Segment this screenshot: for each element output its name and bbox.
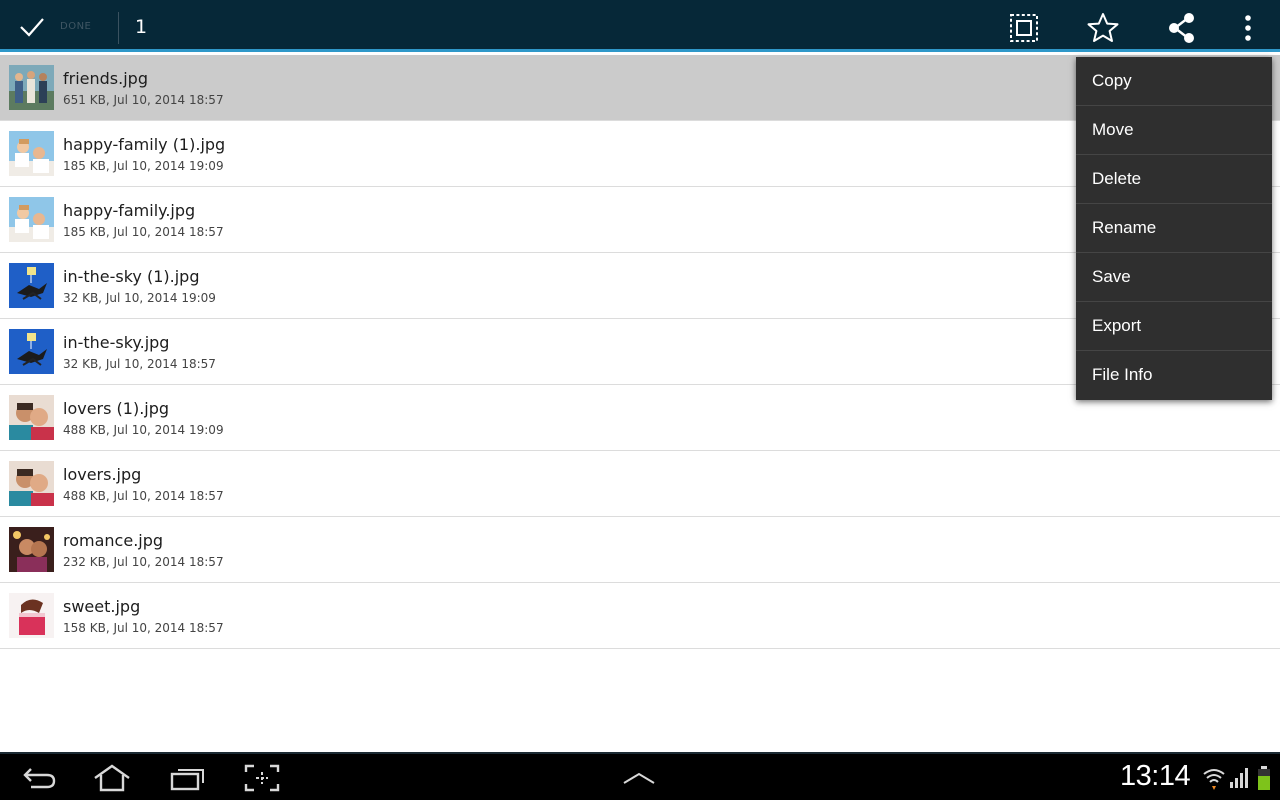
recent-apps-icon[interactable] <box>160 760 216 796</box>
file-meta: 488 KB, Jul 10, 2014 18:57 <box>63 489 224 503</box>
file-name: friends.jpg <box>63 69 148 88</box>
battery-icon <box>1257 766 1271 794</box>
menu-item-save[interactable]: Save <box>1076 253 1272 302</box>
happy-family-thumbnail <box>9 197 54 242</box>
menu-item-export[interactable]: Export <box>1076 302 1272 351</box>
file-name: in-the-sky (1).jpg <box>63 267 200 286</box>
happy-family-thumbnail <box>9 131 54 176</box>
done-label: DONE <box>60 21 92 32</box>
file-name: happy-family (1).jpg <box>63 135 226 154</box>
system-bar: 13:14 <box>0 752 1280 800</box>
screenshot-icon[interactable] <box>234 760 290 796</box>
checkmark-icon <box>20 18 44 37</box>
file-name: happy-family.jpg <box>63 201 196 220</box>
menu-item-file-info[interactable]: File Info <box>1076 351 1272 400</box>
file-name: lovers.jpg <box>63 465 142 484</box>
file-meta: 32 KB, Jul 10, 2014 19:09 <box>63 291 216 305</box>
romance-thumbnail <box>9 527 54 572</box>
menu-item-delete[interactable]: Delete <box>1076 155 1272 204</box>
overflow-menu: Copy Move Delete Rename Save Export File… <box>1076 57 1272 400</box>
file-meta: 185 KB, Jul 10, 2014 18:57 <box>63 225 224 239</box>
home-icon[interactable] <box>84 760 140 796</box>
back-icon[interactable] <box>11 760 67 796</box>
file-row[interactable]: romance.jpg 232 KB, Jul 10, 2014 18:57 <box>0 517 1280 583</box>
chevron-up-icon[interactable] <box>611 760 667 796</box>
action-bar-divider <box>118 12 119 44</box>
lovers-thumbnail <box>9 461 54 506</box>
share-icon[interactable] <box>1162 8 1202 48</box>
action-bar: DONE 1 <box>0 0 1280 52</box>
file-meta: 232 KB, Jul 10, 2014 18:57 <box>63 555 224 569</box>
file-name: in-the-sky.jpg <box>63 333 170 352</box>
friends-thumbnail <box>9 65 54 110</box>
menu-item-move[interactable]: Move <box>1076 106 1272 155</box>
menu-item-rename[interactable]: Rename <box>1076 204 1272 253</box>
clock: 13:14 <box>1120 760 1191 792</box>
selected-count: 1 <box>135 16 148 38</box>
file-row[interactable]: sweet.jpg 158 KB, Jul 10, 2014 18:57 <box>0 583 1280 649</box>
done-button[interactable]: DONE <box>0 0 118 52</box>
lovers-thumbnail <box>9 395 54 440</box>
in-the-sky-thumbnail <box>9 263 54 308</box>
file-meta: 651 KB, Jul 10, 2014 18:57 <box>63 93 224 107</box>
file-name: sweet.jpg <box>63 597 141 616</box>
file-name: romance.jpg <box>63 531 164 550</box>
sweet-thumbnail <box>9 593 54 638</box>
file-row[interactable]: lovers.jpg 488 KB, Jul 10, 2014 18:57 <box>0 451 1280 517</box>
select-all-icon[interactable] <box>1004 8 1044 48</box>
file-meta: 158 KB, Jul 10, 2014 18:57 <box>63 621 224 635</box>
file-meta: 185 KB, Jul 10, 2014 19:09 <box>63 159 224 173</box>
file-name: lovers (1).jpg <box>63 399 170 418</box>
in-the-sky-thumbnail <box>9 329 54 374</box>
wifi-icon <box>1202 766 1226 794</box>
file-meta: 488 KB, Jul 10, 2014 19:09 <box>63 423 224 437</box>
star-icon[interactable] <box>1083 8 1123 48</box>
file-meta: 32 KB, Jul 10, 2014 18:57 <box>63 357 216 371</box>
menu-item-copy[interactable]: Copy <box>1076 57 1272 106</box>
signal-icon <box>1229 766 1249 792</box>
overflow-menu-icon[interactable] <box>1228 8 1268 48</box>
